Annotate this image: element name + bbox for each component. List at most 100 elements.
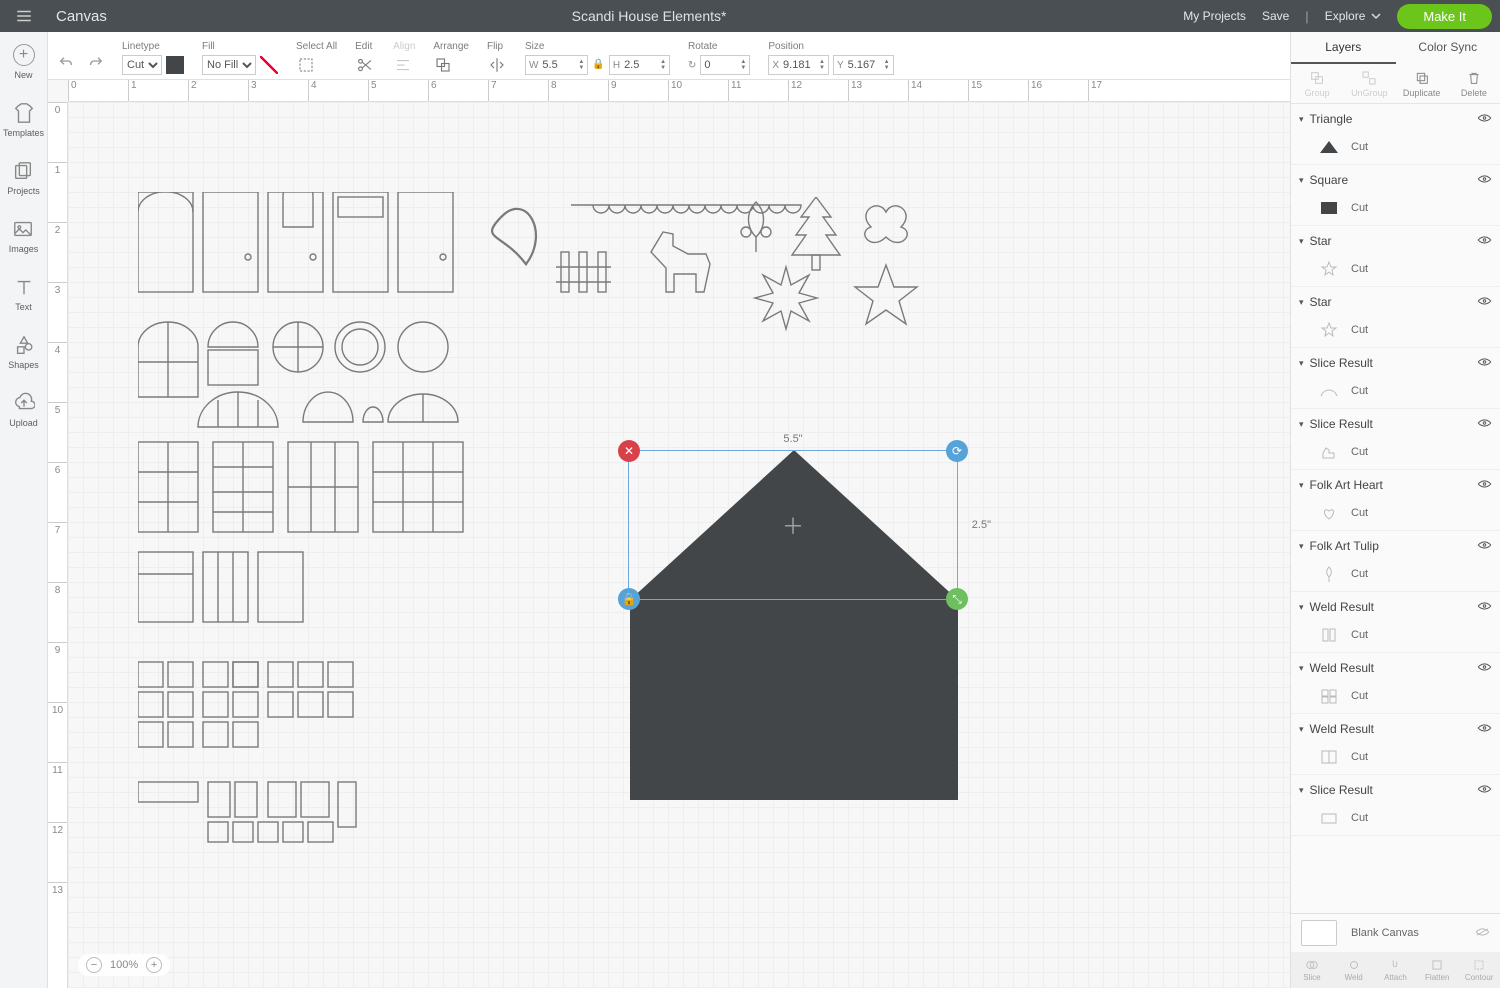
layer-item[interactable]: ▾Weld ResultCut — [1291, 592, 1500, 653]
zoom-out-button[interactable]: − — [86, 957, 102, 973]
redo-icon[interactable] — [88, 55, 104, 71]
chevron-down-icon[interactable]: ▾ — [1299, 358, 1304, 369]
layer-operation: Cut — [1351, 690, 1368, 702]
canvas-area[interactable]: 01234567891011121314151617 0123456789101… — [48, 80, 1290, 988]
chevron-down-icon[interactable]: ▾ — [1299, 419, 1304, 430]
eye-icon[interactable] — [1477, 417, 1492, 431]
eye-icon[interactable] — [1477, 112, 1492, 126]
fill-control[interactable]: Fill No Fill — [202, 41, 278, 75]
layer-thumb-icon — [1317, 382, 1341, 400]
my-projects-link[interactable]: My Projects — [1183, 9, 1246, 23]
layer-name: Weld Result — [1310, 661, 1374, 675]
tool-text[interactable]: Text — [13, 276, 35, 312]
tool-templates[interactable]: Templates — [3, 102, 44, 138]
hamburger-menu[interactable] — [0, 7, 48, 25]
action-duplicate[interactable]: Duplicate — [1396, 64, 1448, 103]
pos-y-input[interactable]: Y▲▼ — [833, 55, 894, 75]
linetype-select[interactable]: Cut — [122, 55, 162, 75]
design-mat[interactable]: 5.5" 2.5" ✕ ⟳ 🔒 ⤡ ＋ .sel-box{z-index:5;} — [68, 102, 1290, 988]
layer-item[interactable]: ▾Folk Art HeartCut — [1291, 470, 1500, 531]
eye-icon[interactable] — [1477, 600, 1492, 614]
layers-list[interactable]: ▾TriangleCut▾SquareCut▾StarCut▾StarCut▾S… — [1291, 104, 1500, 913]
selection-delete-handle[interactable]: ✕ — [618, 440, 640, 462]
chevron-down-icon[interactable]: ▾ — [1299, 114, 1304, 125]
selection-lock-handle[interactable]: 🔒 — [618, 588, 640, 610]
chevron-down-icon[interactable]: ▾ — [1299, 175, 1304, 186]
layer-item[interactable]: ▾Slice ResultCut — [1291, 409, 1500, 470]
selection-bounding-box[interactable]: 5.5" 2.5" ✕ ⟳ 🔒 ⤡ ＋ — [628, 450, 958, 600]
layer-item[interactable]: ▾Folk Art TulipCut — [1291, 531, 1500, 592]
rotate-input[interactable]: ▲▼ — [700, 55, 750, 75]
image-icon — [12, 218, 34, 240]
layer-thumb-icon — [1317, 260, 1341, 278]
height-input[interactable]: H▲▼ — [609, 55, 670, 75]
layer-name: Slice Result — [1310, 417, 1373, 431]
fill-select[interactable]: No Fill — [202, 55, 256, 75]
layer-item[interactable]: ▾Slice ResultCut — [1291, 348, 1500, 409]
tool-projects[interactable]: Projects — [7, 160, 40, 196]
layer-item[interactable]: ▾StarCut — [1291, 287, 1500, 348]
selection-rotate-handle[interactable]: ⟳ — [946, 440, 968, 462]
eye-icon[interactable] — [1477, 539, 1492, 553]
eye-icon[interactable] — [1477, 356, 1492, 370]
explore-menu[interactable]: Explore — [1325, 9, 1382, 23]
fill-swatch-none[interactable] — [260, 56, 278, 74]
eye-icon[interactable] — [1477, 478, 1492, 492]
scandi-ornaments[interactable] — [486, 197, 966, 397]
linetype-color-swatch[interactable] — [166, 56, 184, 74]
width-input[interactable]: W▲▼ — [525, 55, 588, 75]
chevron-down-icon[interactable]: ▾ — [1299, 663, 1304, 674]
edit-menu[interactable]: Edit — [355, 41, 375, 75]
layer-item[interactable]: ▾Slice ResultCut — [1291, 775, 1500, 836]
tool-images[interactable]: Images — [9, 218, 39, 254]
action-delete[interactable]: Delete — [1448, 64, 1500, 103]
flip-menu[interactable]: Flip — [487, 41, 507, 75]
align-icon — [394, 56, 412, 74]
layer-item[interactable]: ▾TriangleCut — [1291, 104, 1500, 165]
eye-icon[interactable] — [1477, 295, 1492, 309]
make-it-button[interactable]: Make It — [1397, 4, 1492, 29]
tool-upload[interactable]: Upload — [9, 392, 38, 428]
blank-canvas-chip[interactable]: Blank Canvas — [1291, 914, 1500, 952]
tab-color-sync[interactable]: Color Sync — [1396, 32, 1500, 64]
layer-operation: Cut — [1351, 141, 1368, 153]
document-title[interactable]: Scandi House Elements* — [115, 8, 1183, 24]
vertical-ruler: 012345678910111213 — [48, 102, 68, 988]
pos-x-input[interactable]: X▲▼ — [768, 55, 829, 75]
layer-item[interactable]: ▾Weld ResultCut — [1291, 714, 1500, 775]
eye-icon[interactable] — [1477, 783, 1492, 797]
eye-icon[interactable] — [1477, 722, 1492, 736]
lock-aspect-icon[interactable]: 🔒 — [592, 59, 604, 72]
chevron-down-icon[interactable]: ▾ — [1299, 785, 1304, 796]
select-all[interactable]: Select All — [296, 41, 337, 75]
zoom-in-button[interactable]: + — [146, 957, 162, 973]
undo-icon[interactable] — [58, 55, 74, 71]
layer-item[interactable]: ▾ Weld Result Cut — [1291, 653, 1500, 714]
chevron-down-icon[interactable]: ▾ — [1299, 480, 1304, 491]
selection-resize-handle[interactable]: ⤡ — [946, 588, 968, 610]
text-icon — [13, 276, 35, 298]
tool-new[interactable]: + New — [13, 44, 35, 80]
chevron-down-icon[interactable]: ▾ — [1299, 297, 1304, 308]
chevron-down-icon[interactable]: ▾ — [1299, 724, 1304, 735]
layer-item[interactable]: ▾StarCut — [1291, 226, 1500, 287]
menu-icon — [15, 7, 33, 25]
save-button[interactable]: Save — [1262, 9, 1289, 23]
eye-icon[interactable] — [1477, 173, 1492, 187]
tab-layers[interactable]: Layers — [1291, 32, 1396, 64]
chevron-down-icon[interactable]: ▾ — [1299, 602, 1304, 613]
linetype-control[interactable]: Linetype Cut — [122, 41, 184, 75]
action-ungroup: UnGroup — [1343, 64, 1395, 103]
chevron-down-icon[interactable]: ▾ — [1299, 236, 1304, 247]
eye-icon[interactable] — [1477, 234, 1492, 248]
layer-item[interactable]: ▾SquareCut — [1291, 165, 1500, 226]
horizontal-ruler: 01234567891011121314151617 — [68, 80, 1290, 102]
zoom-control[interactable]: − 100% + — [78, 954, 170, 976]
chevron-down-icon[interactable]: ▾ — [1299, 541, 1304, 552]
select-all-icon — [297, 56, 315, 74]
eye-icon[interactable] — [1477, 661, 1492, 675]
arrange-menu[interactable]: Arrange — [433, 41, 469, 75]
tool-shapes[interactable]: Shapes — [8, 334, 39, 370]
scissors-icon — [356, 56, 374, 74]
eye-off-icon[interactable] — [1475, 927, 1490, 940]
